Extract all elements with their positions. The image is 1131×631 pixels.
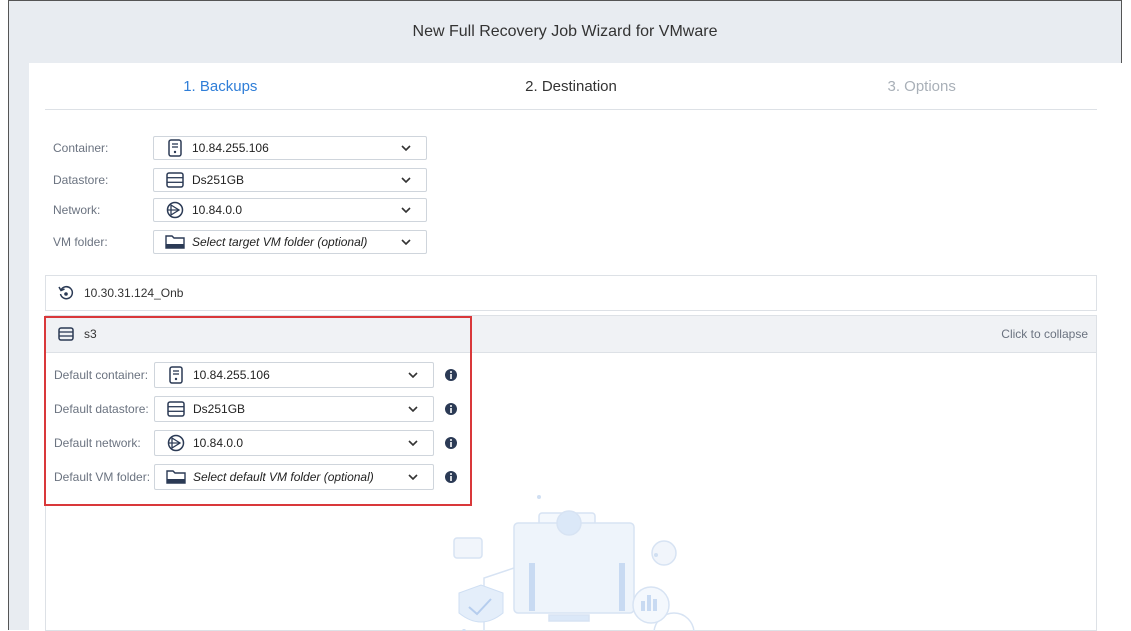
- empty-state-illustration: [453, 495, 695, 631]
- vm-folder-label: VM folder:: [53, 235, 108, 249]
- chevron-down-icon: [403, 406, 423, 412]
- default-vm-folder-row: Default VM folder: Select default VM fol…: [54, 463, 458, 491]
- datastore-icon: [165, 400, 187, 418]
- network-value: 10.84.0.0: [192, 203, 243, 217]
- wizard-window: New Full Recovery Job Wizard for VMware …: [8, 0, 1122, 631]
- container-label: Container:: [53, 141, 109, 155]
- datastore-row: Datastore: Ds251GB: [53, 167, 427, 193]
- datastore-icon: [58, 327, 74, 341]
- default-network-row: Default network: 10.84.0.0: [54, 429, 458, 457]
- default-container-select[interactable]: 10.84.255.106: [154, 362, 434, 388]
- wizard-title: New Full Recovery Job Wizard for VMware: [412, 23, 718, 40]
- source-backup-row[interactable]: 10.30.31.124_Onb: [45, 275, 1097, 311]
- chevron-down-icon: [403, 372, 423, 378]
- info-icon[interactable]: [444, 368, 458, 382]
- info-icon[interactable]: [444, 436, 458, 450]
- vm-folder-row: VM folder: Select target VM folder (opti…: [53, 229, 427, 255]
- source-backup-name: 10.30.31.124_Onb: [84, 286, 184, 300]
- collapse-link[interactable]: Click to collapse: [1001, 327, 1088, 341]
- chevron-down-icon: [396, 239, 416, 245]
- default-vm-folder-label: Default VM folder:: [54, 470, 151, 484]
- wizard-steps: 1. Backups 2. Destination 3. Options: [45, 63, 1097, 110]
- step-destination[interactable]: 2. Destination: [396, 63, 747, 109]
- container-value: 10.84.255.106: [192, 141, 269, 155]
- group-name: s3: [84, 327, 97, 341]
- step-options: 3. Options: [887, 77, 956, 95]
- default-network-select[interactable]: 10.84.0.0: [154, 430, 434, 456]
- datastore-icon: [164, 171, 186, 189]
- default-datastore-select[interactable]: Ds251GB: [154, 396, 434, 422]
- datastore-value: Ds251GB: [192, 173, 245, 187]
- datastore-label: Datastore:: [53, 173, 109, 187]
- chevron-down-icon: [396, 145, 416, 151]
- info-icon[interactable]: [444, 402, 458, 416]
- chevron-down-icon: [396, 207, 416, 213]
- network-row: Network: 10.84.0.0: [53, 197, 427, 223]
- vm-folder-placeholder: Select target VM folder (optional): [192, 235, 368, 249]
- default-datastore-value: Ds251GB: [193, 402, 246, 416]
- default-vm-folder-placeholder: Select default VM folder (optional): [193, 470, 374, 484]
- vm-folder-select[interactable]: Select target VM folder (optional): [153, 230, 427, 254]
- default-container-label: Default container:: [54, 368, 149, 382]
- group-header[interactable]: s3 Click to collapse: [46, 315, 1096, 353]
- server-icon: [164, 139, 186, 157]
- default-datastore-row: Default datastore: Ds251GB: [54, 395, 458, 423]
- folder-icon: [165, 468, 187, 486]
- default-network-label: Default network:: [54, 436, 141, 450]
- chevron-down-icon: [403, 474, 423, 480]
- server-icon: [165, 366, 187, 384]
- wizard-panel: 1. Backups 2. Destination 3. Options Con…: [29, 63, 1122, 631]
- default-container-value: 10.84.255.106: [193, 368, 270, 382]
- default-vm-folder-select[interactable]: Select default VM folder (optional): [154, 464, 434, 490]
- info-icon[interactable]: [444, 470, 458, 484]
- container-select[interactable]: 10.84.255.106: [153, 136, 427, 160]
- folder-icon: [164, 233, 186, 251]
- restore-icon: [58, 285, 74, 301]
- step-backups[interactable]: 1. Backups: [45, 63, 396, 109]
- network-select[interactable]: 10.84.0.0: [153, 198, 427, 222]
- chevron-down-icon: [403, 440, 423, 446]
- network-icon: [164, 201, 186, 219]
- container-row: Container: 10.84.255.106: [53, 135, 427, 161]
- default-container-row: Default container: 10.84.255.106: [54, 361, 458, 389]
- default-datastore-label: Default datastore:: [54, 402, 149, 416]
- network-label: Network:: [53, 203, 101, 217]
- datastore-select[interactable]: Ds251GB: [153, 168, 427, 192]
- chevron-down-icon: [396, 177, 416, 183]
- default-network-value: 10.84.0.0: [193, 436, 244, 450]
- network-icon: [165, 434, 187, 452]
